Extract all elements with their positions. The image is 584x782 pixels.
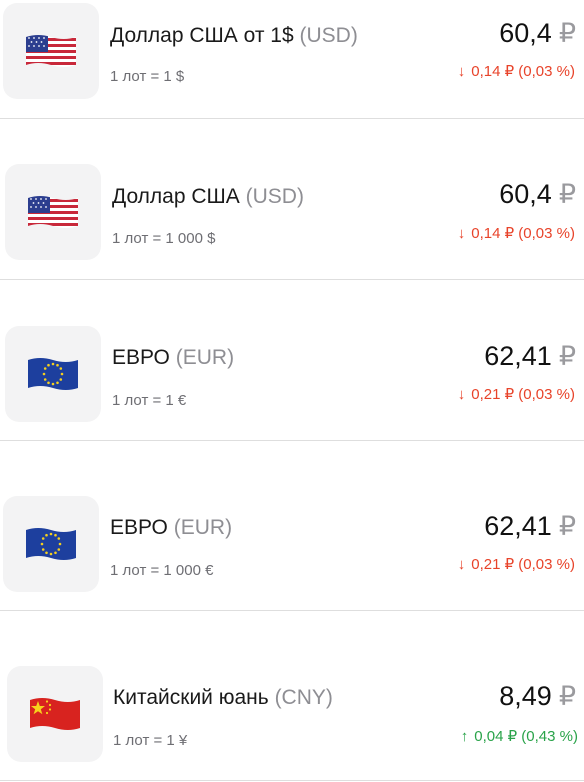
currency-name: ЕВРО (EUR) <box>112 347 234 368</box>
price-value: 62,41 <box>484 511 552 541</box>
cn-flag-icon <box>30 698 80 730</box>
currency-icon-tile <box>3 496 99 592</box>
currency-code: (EUR) <box>173 516 233 539</box>
price-change-text: 0,14 ₽ (0,03 %) <box>471 225 575 242</box>
price-change-text: 0,21 ₽ (0,03 %) <box>471 556 575 573</box>
row-divider <box>0 610 584 611</box>
row-divider <box>0 780 584 781</box>
currency-row-usd-1[interactable]: Доллар США от 1$ (USD) 1 лот = 1 $ 60,4 ₽… <box>0 0 584 100</box>
arrow-down-icon: ↓ <box>457 63 466 80</box>
arrow-down-icon: ↓ <box>457 225 466 242</box>
currency-row-cny[interactable]: Китайский юань (CNY) 1 лот = 1 ¥ 8,49 ₽ ↑… <box>0 663 584 763</box>
currency-price: 62,41 ₽ <box>484 513 576 540</box>
arrow-down-icon: ↓ <box>457 386 466 403</box>
lot-size: 1 лот = 1 $ <box>110 68 185 85</box>
price-value: 60,4 <box>499 18 552 48</box>
currency-name-text: Доллар США от 1$ <box>110 24 294 47</box>
ruble-sign: ₽ <box>558 511 576 541</box>
currency-icon-tile <box>5 164 101 260</box>
lot-size: 1 лот = 1 000 $ <box>112 230 216 247</box>
row-divider <box>0 440 584 441</box>
price-change-text: 0,14 ₽ (0,03 %) <box>471 63 575 80</box>
currency-name-text: Китайский юань <box>113 686 269 709</box>
currency-list: Доллар США от 1$ (USD) 1 лот = 1 $ 60,4 ₽… <box>0 0 584 782</box>
us-flag-icon <box>26 35 76 67</box>
us-flag-icon <box>28 196 78 228</box>
lot-size: 1 лот = 1 ¥ <box>113 732 188 749</box>
lot-size: 1 лот = 1 € <box>112 392 187 409</box>
row-divider <box>0 279 584 280</box>
currency-price: 60,4 ₽ <box>499 181 576 208</box>
currency-row-eur-1[interactable]: ЕВРО (EUR) 1 лот = 1 € 62,41 ₽ ↓ 0,21 ₽ (0… <box>0 323 584 423</box>
currency-code: (EUR) <box>175 346 235 369</box>
eu-flag-icon <box>28 358 78 390</box>
currency-name: Доллар США (USD) <box>112 186 304 207</box>
ruble-sign: ₽ <box>558 341 576 371</box>
price-value: 60,4 <box>499 179 552 209</box>
currency-price: 62,41 ₽ <box>484 343 576 370</box>
currency-name: Китайский юань (CNY) <box>113 687 333 708</box>
currency-name-text: ЕВРО <box>112 346 170 369</box>
currency-icon-tile <box>3 3 99 99</box>
arrow-down-icon: ↓ <box>457 556 466 573</box>
price-change-text: 0,21 ₽ (0,03 %) <box>471 386 575 403</box>
price-change: ↓ 0,21 ₽ (0,03 %) <box>458 557 575 572</box>
currency-name-text: Доллар США <box>112 185 240 208</box>
row-divider <box>0 118 584 119</box>
ruble-sign: ₽ <box>558 681 576 711</box>
currency-price: 8,49 ₽ <box>499 683 576 710</box>
currency-row-usd[interactable]: Доллар США (USD) 1 лот = 1 000 $ 60,4 ₽ ↓… <box>0 161 584 261</box>
currency-code: (USD) <box>245 185 304 208</box>
eu-flag-icon <box>26 528 76 560</box>
ruble-sign: ₽ <box>558 179 576 209</box>
currency-name: ЕВРО (EUR) <box>110 517 232 538</box>
currency-price: 60,4 ₽ <box>499 20 576 47</box>
price-change-text: 0,04 ₽ (0,43 %) <box>474 728 578 745</box>
currency-code: (USD) <box>299 24 358 47</box>
lot-size: 1 лот = 1 000 € <box>110 562 214 579</box>
currency-code: (CNY) <box>274 686 333 709</box>
currency-icon-tile <box>7 666 103 762</box>
price-change: ↑ 0,04 ₽ (0,43 %) <box>461 729 578 744</box>
price-change: ↓ 0,14 ₽ (0,03 %) <box>458 64 575 79</box>
currency-icon-tile <box>5 326 101 422</box>
currency-name: Доллар США от 1$ (USD) <box>110 25 358 46</box>
price-value: 62,41 <box>484 341 552 371</box>
price-value: 8,49 <box>499 681 552 711</box>
price-change: ↓ 0,14 ₽ (0,03 %) <box>458 226 575 241</box>
arrow-up-icon: ↑ <box>460 728 469 745</box>
currency-row-eur-1000[interactable]: ЕВРО (EUR) 1 лот = 1 000 € 62,41 ₽ ↓ 0,21 … <box>0 493 584 593</box>
price-change: ↓ 0,21 ₽ (0,03 %) <box>458 387 575 402</box>
ruble-sign: ₽ <box>558 18 576 48</box>
currency-name-text: ЕВРО <box>110 516 168 539</box>
